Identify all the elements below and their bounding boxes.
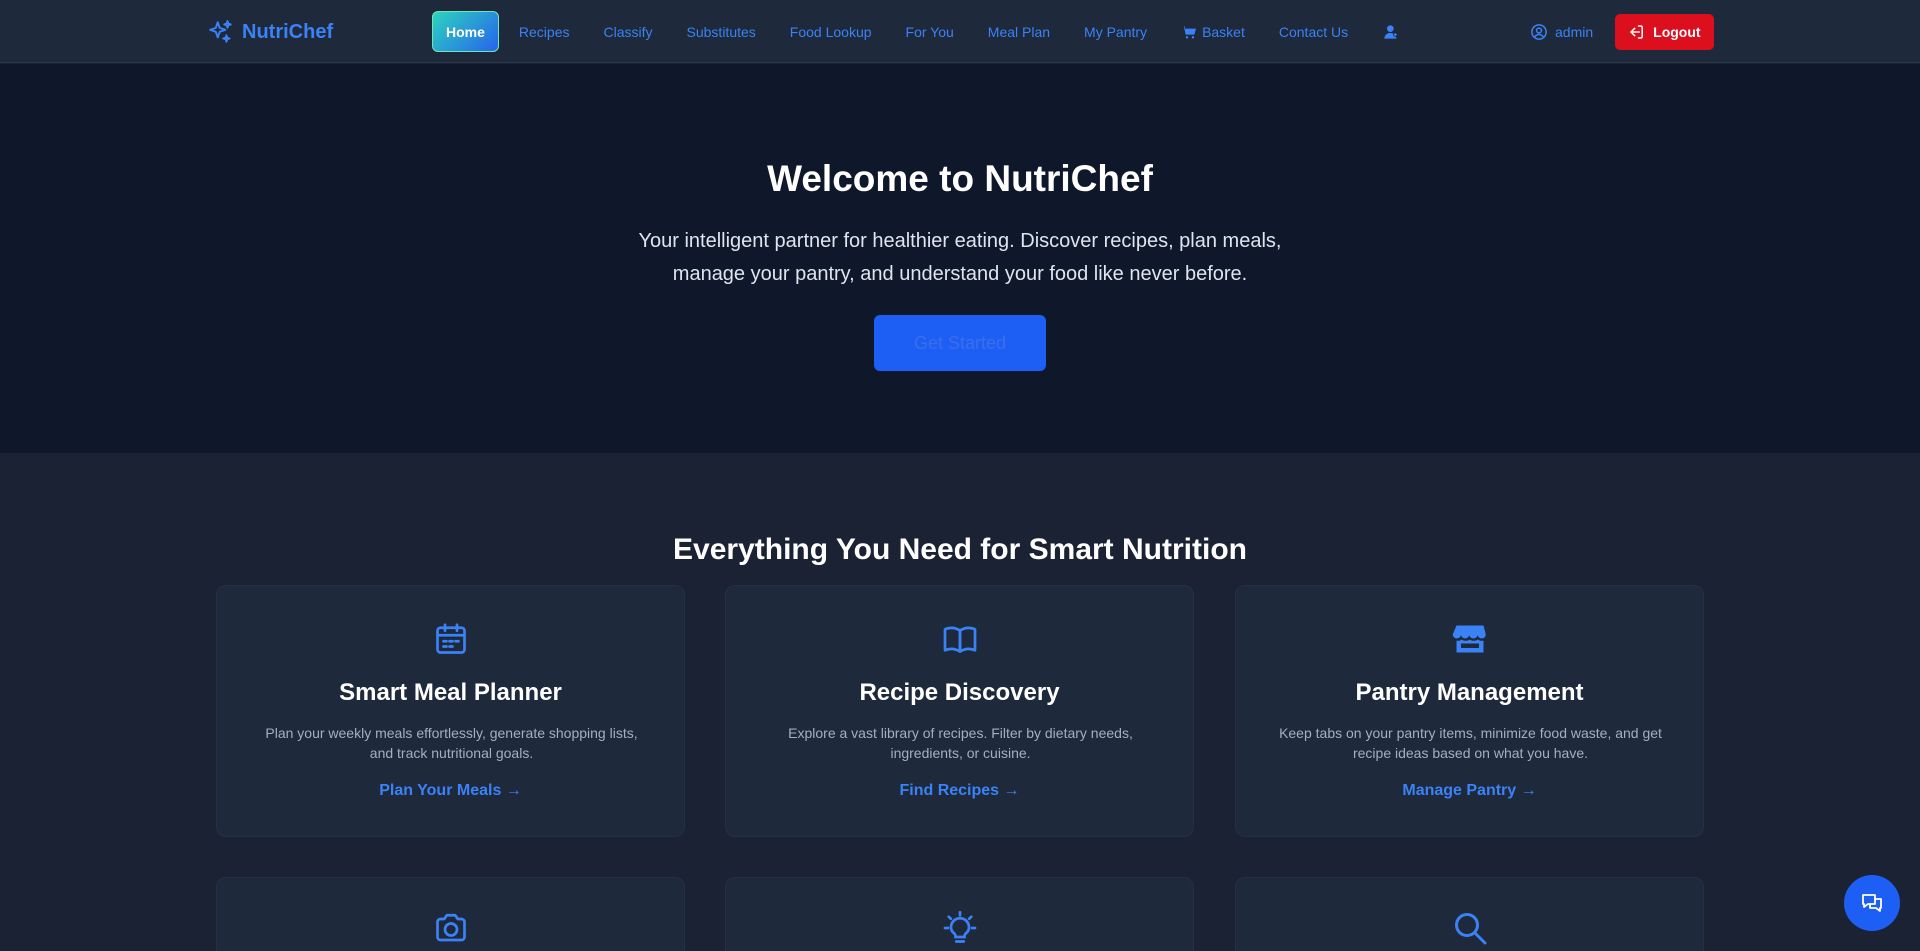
nav-my-pantry[interactable]: My Pantry — [1084, 14, 1147, 50]
lightbulb-icon — [726, 908, 1193, 948]
nav-meal-plan[interactable]: Meal Plan — [988, 14, 1050, 50]
plan-your-meals-link[interactable]: Plan Your Meals → — [217, 782, 684, 800]
nav-home[interactable]: Home — [432, 11, 499, 52]
feature-card-lookup — [1235, 877, 1704, 951]
feature-card-recipe-discovery: Recipe Discovery Explore a vast library … — [725, 585, 1194, 837]
book-open-icon — [726, 619, 1193, 659]
nav-basket[interactable]: Basket — [1181, 14, 1245, 50]
top-navbar: NutriChef Home Recipes Classify Substitu… — [0, 0, 1920, 63]
logout-label: Logout — [1653, 24, 1701, 40]
brand-logo-link[interactable]: NutriChef — [208, 17, 333, 47]
card-title: Pantry Management — [1355, 679, 1584, 706]
hero-title: Welcome to NutriChef — [767, 158, 1153, 199]
user-icon[interactable] — [1382, 22, 1400, 42]
feature-card-meal-planner: Smart Meal Planner Plan your weekly meal… — [216, 585, 685, 837]
admin-profile-link[interactable]: admin — [1530, 23, 1593, 41]
user-circle-icon — [1530, 23, 1548, 41]
card-title: Smart Meal Planner — [339, 679, 562, 706]
card-description: Plan your weekly meals effortlessly, gen… — [265, 725, 638, 761]
get-started-button[interactable]: Get Started — [874, 315, 1046, 371]
nav-recipes[interactable]: Recipes — [519, 14, 570, 50]
logout-button[interactable]: Logout — [1615, 14, 1714, 50]
hero-section: Welcome to NutriChef Your intelligent pa… — [0, 64, 1920, 453]
nav-contact-us[interactable]: Contact Us — [1279, 14, 1348, 50]
hero-subtitle: Your intelligent partner for healthier e… — [638, 230, 1282, 285]
main-nav: Home Recipes Classify Substitutes Food L… — [432, 11, 1400, 52]
brand-name: NutriChef — [242, 20, 334, 43]
sparkles-icon — [208, 19, 234, 45]
chat-button[interactable] — [1844, 875, 1900, 931]
card-description: Keep tabs on your pantry items, minimize… — [1279, 725, 1662, 761]
card-description: Explore a vast library of recipes. Filte… — [788, 725, 1133, 761]
feature-card-ideas — [725, 877, 1194, 951]
nav-for-you[interactable]: For You — [906, 14, 954, 50]
card-title: Recipe Discovery — [859, 679, 1060, 706]
search-icon — [1236, 908, 1703, 948]
admin-username: admin — [1555, 24, 1594, 40]
nav-basket-label: Basket — [1202, 23, 1245, 40]
nav-substitutes[interactable]: Substitutes — [687, 14, 756, 50]
logout-icon — [1628, 23, 1646, 41]
store-icon — [1236, 619, 1703, 659]
cart-icon — [1181, 24, 1197, 40]
manage-pantry-link[interactable]: Manage Pantry → — [1236, 782, 1703, 800]
nav-classify[interactable]: Classify — [604, 14, 653, 50]
features-heading: Everything You Need for Smart Nutrition — [673, 533, 1247, 566]
feature-card-pantry-management: Pantry Management Keep tabs on your pant… — [1235, 585, 1704, 837]
find-recipes-link[interactable]: Find Recipes → — [726, 782, 1193, 800]
calendar-icon — [217, 619, 684, 659]
feature-card-classify — [216, 877, 685, 951]
chat-bubbles-icon — [1860, 891, 1884, 915]
nav-food-lookup[interactable]: Food Lookup — [790, 14, 872, 50]
nav-account-area: admin Logout — [1530, 14, 1714, 50]
camera-icon — [217, 908, 684, 948]
